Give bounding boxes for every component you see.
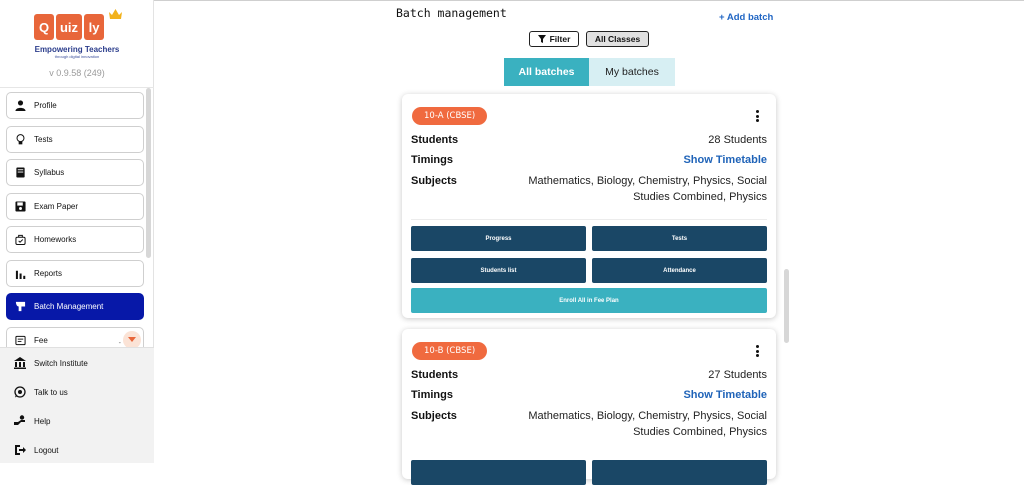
timings-label: Timings <box>411 154 453 166</box>
talk-to-us-label: Talk to us <box>34 387 68 397</box>
sidebar-item-reports[interactable]: Reports <box>6 259 144 287</box>
batch-card: 10-A (CBSE) Students 28 Students Timings… <box>402 94 776 318</box>
batch-name-badge: 10-B (CBSE) <box>412 342 488 360</box>
logo-tile-q: Q <box>34 14 54 40</box>
switch-institute-label: Switch Institute <box>34 358 88 368</box>
progress-button[interactable]: Progress <box>411 226 586 251</box>
sidebar-item-syllabus[interactable]: Syllabus <box>6 159 144 186</box>
sidebar-item-label: Batch Management <box>34 302 104 311</box>
students-label: Students <box>411 134 459 146</box>
tests-button[interactable] <box>592 460 767 485</box>
page-title: Batch management <box>396 6 507 20</box>
attendance-button[interactable]: Attendance <box>592 258 767 283</box>
sidebar-item-label: Profile <box>34 101 57 110</box>
fee-expand-button[interactable] <box>123 330 141 349</box>
app-version: v 0.9.58 (249) <box>49 68 105 78</box>
subjects-line: Mathematics, Biology, Chemistry, Physics… <box>528 175 767 187</box>
crown-icon <box>109 9 122 19</box>
sidebar-item-label: Tests <box>34 134 53 144</box>
help-label: Help <box>34 416 51 426</box>
all-classes-button[interactable]: All Classes <box>586 31 649 47</box>
timings-label: Timings <box>411 389 453 401</box>
sidebar-item-exam-paper[interactable]: Exam Paper <box>6 192 144 220</box>
dropdown-separator: - <box>118 339 121 347</box>
sidebar-item-batch-management[interactable]: Batch Management <box>6 293 144 320</box>
batch-icon <box>15 301 26 312</box>
sidebar-item-label: Exam Paper <box>34 201 79 211</box>
book-icon <box>16 167 25 178</box>
talk-to-us-link[interactable]: Talk to us <box>14 385 68 399</box>
filter-button[interactable]: Filter <box>529 31 579 47</box>
subjects-label: Subjects <box>411 410 457 422</box>
bar-chart-icon <box>15 270 26 279</box>
sidebar-item-tests[interactable]: Tests <box>6 125 144 153</box>
receipt-icon <box>15 335 26 345</box>
students-list-button[interactable]: Students list <box>411 258 586 283</box>
brand-block: Q uiz ly Empowering Teachers through dig… <box>0 0 154 88</box>
logout-label: Logout <box>34 445 59 455</box>
switch-institute-link[interactable]: Switch Institute <box>14 356 88 370</box>
help-hand-icon <box>14 415 25 425</box>
filter-label: Filter <box>549 34 571 44</box>
show-timetable-link[interactable]: Show Timetable <box>683 154 767 166</box>
card-divider <box>411 219 767 220</box>
more-options-icon[interactable] <box>756 345 760 357</box>
lightbulb-icon <box>16 133 25 144</box>
sidebar-item-homeworks[interactable]: Homeworks <box>6 226 144 253</box>
sidebar-item-label: Homeworks <box>34 235 77 244</box>
sidebar-item-label: Reports <box>34 268 63 278</box>
tests-button[interactable]: Tests <box>592 226 767 251</box>
sidebar-item-label: Syllabus <box>34 168 65 177</box>
logout-link[interactable]: Logout <box>14 443 58 457</box>
brand-tagline: Empowering Teachers <box>34 45 120 54</box>
person-icon <box>15 100 26 111</box>
batch-card: 10-B (CBSE) Students 27 Students Timings… <box>402 329 776 485</box>
institute-icon <box>14 357 26 369</box>
show-timetable-link[interactable]: Show Timetable <box>683 389 767 401</box>
students-count: 27 Students <box>708 369 767 381</box>
tab-my-batches[interactable]: My batches <box>589 58 675 86</box>
progress-button[interactable] <box>411 460 586 485</box>
logo-tile-uiz: uiz <box>56 14 82 40</box>
quizly-logo: Q uiz ly <box>34 14 106 42</box>
subjects-line: Mathematics, Biology, Chemistry, Physics… <box>528 410 767 422</box>
filter-icon <box>537 35 546 43</box>
bag-icon <box>15 234 26 245</box>
save-icon <box>15 200 26 212</box>
batch-name-badge: 10-A (CBSE) <box>412 107 488 125</box>
tab-all-batches[interactable]: All batches <box>504 58 589 86</box>
logout-icon <box>15 445 26 455</box>
sidebar-item-profile[interactable]: Profile <box>6 92 144 119</box>
subjects-line: Studies Combined, Physics <box>633 191 767 203</box>
students-count: 28 Students <box>708 134 767 146</box>
sidebar-bottom-menu: Switch Institute Talk to us Help Logout <box>0 347 154 463</box>
whatsapp-icon <box>14 386 26 398</box>
brand-subtagline: through digital innovation <box>54 54 100 59</box>
sidebar-scrollbar[interactable] <box>146 88 151 258</box>
sidebar: Q uiz ly Empowering Teachers through dig… <box>0 0 154 463</box>
students-label: Students <box>411 369 459 381</box>
logo-tile-ly: ly <box>84 14 104 40</box>
subjects-label: Subjects <box>411 175 457 187</box>
chevron-down-icon <box>128 336 136 342</box>
help-link[interactable]: Help <box>14 414 50 428</box>
main-scrollbar[interactable] <box>784 269 789 343</box>
subjects-value: Mathematics, Biology, Chemistry, Physics… <box>497 408 767 440</box>
enroll-fee-plan-button[interactable]: Enroll All in Fee Plan <box>411 288 767 313</box>
subjects-line: Studies Combined, Physics <box>633 426 767 438</box>
add-batch-button[interactable]: + Add batch <box>719 12 773 23</box>
subjects-value: Mathematics, Biology, Chemistry, Physics… <box>497 173 767 205</box>
more-options-icon[interactable] <box>756 110 760 122</box>
sidebar-item-label: Fee <box>34 335 48 345</box>
sidebar-menu: Profile Tests Syllabus Exam Paper Homewo… <box>6 92 144 360</box>
